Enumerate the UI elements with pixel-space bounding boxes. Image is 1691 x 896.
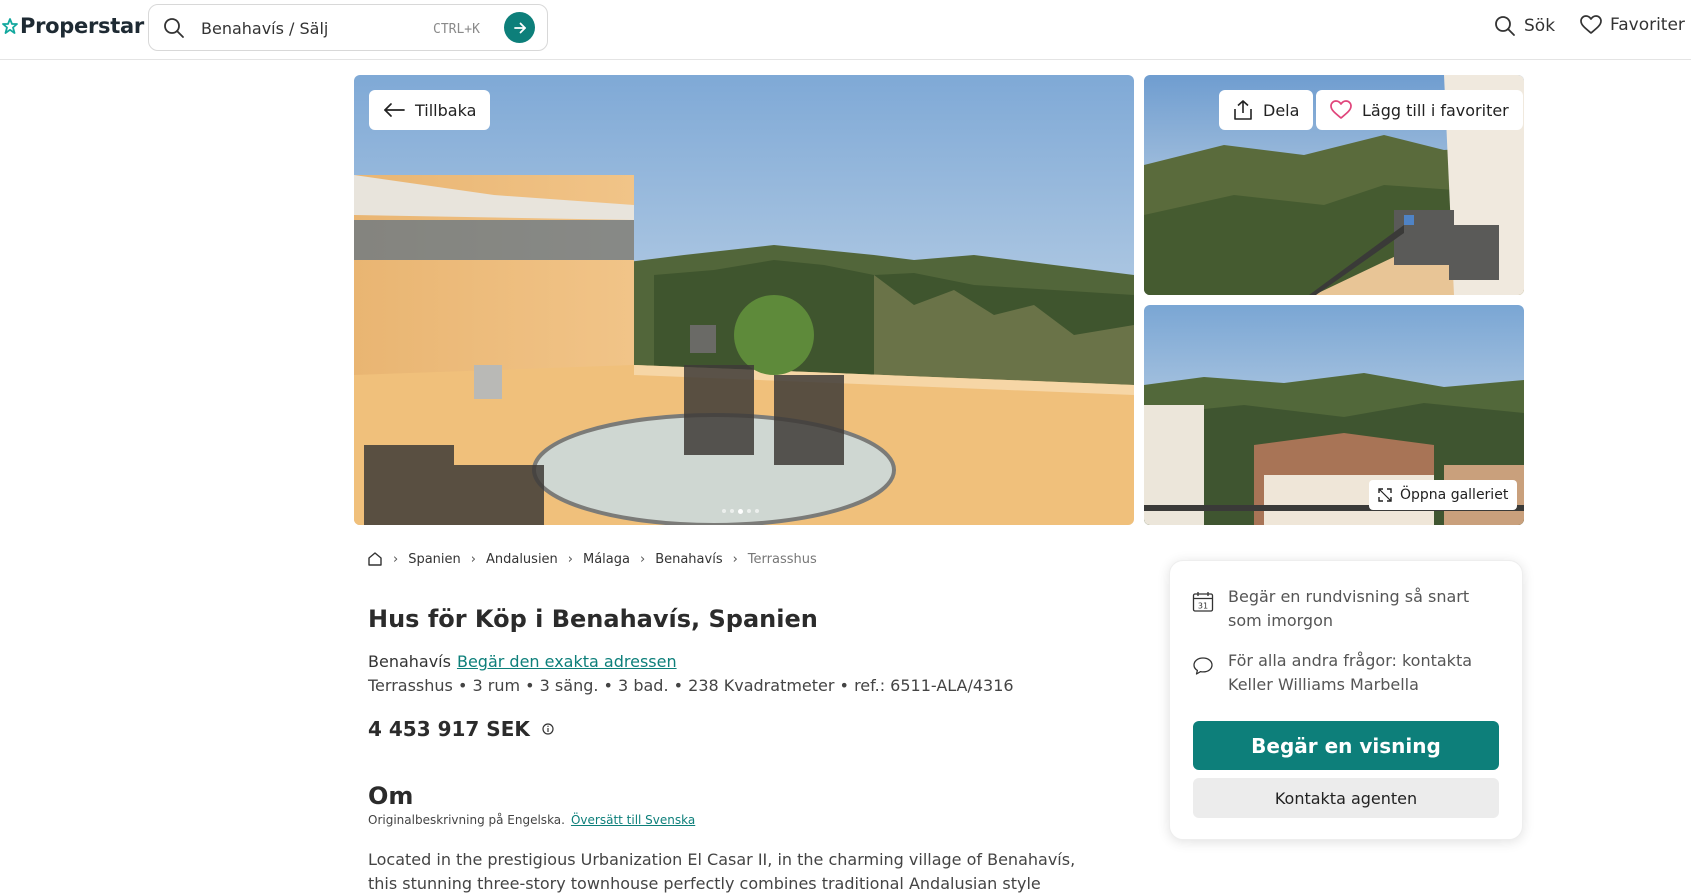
questions-info-text: För alla andra frågor: kontakta Keller W…: [1228, 651, 1473, 694]
breadcrumb-current: Terrasshus: [747, 551, 817, 567]
properstar-logo[interactable]: Properstar: [2, 14, 144, 38]
open-gallery-label: Öppna galleriet: [1400, 487, 1509, 503]
chevron-right-icon: ›: [732, 551, 738, 567]
price-value: 4 453 917 SEK: [368, 717, 530, 741]
listing-title: Hus för Köp i Benahavís, Spanien: [368, 605, 818, 633]
star-logo-icon: [2, 18, 18, 34]
calendar-day: 31: [1198, 602, 1208, 611]
original-language-text: Originalbeskrivning på Engelska.: [368, 813, 565, 827]
chevron-right-icon: ›: [567, 551, 573, 567]
nav-favorites-button[interactable]: Favoriter: [1580, 15, 1685, 35]
heart-icon: [1580, 15, 1602, 34]
arrow-right-icon: [513, 22, 526, 33]
add-to-favorites-label: Lägg till i favoriter: [1362, 100, 1509, 120]
breadcrumb-item-andalusia[interactable]: Andalusien: [486, 552, 558, 567]
breadcrumb-item-benahavis[interactable]: Benahavís: [655, 552, 722, 567]
info-icon[interactable]: [542, 723, 554, 735]
carousel-dot[interactable]: [755, 509, 759, 513]
calendar-icon: 31: [1192, 585, 1214, 633]
keyboard-shortcut: CTRL+K: [433, 22, 480, 37]
contact-card: 31 Begär en rundvisning så snart som imo…: [1169, 560, 1523, 840]
carousel-dot[interactable]: [722, 509, 726, 513]
description-text: Located in the prestigious Urbanization …: [368, 850, 1076, 893]
carousel-dots: [722, 508, 759, 514]
back-label: Tillbaka: [415, 100, 477, 120]
about-heading: Om: [368, 782, 414, 810]
chevron-right-icon: ›: [470, 551, 476, 567]
search-icon: [163, 17, 185, 43]
share-icon: [1234, 100, 1252, 120]
chevron-right-icon: ›: [393, 551, 399, 567]
top-header: Properstar Benahavís / Sälj CTRL+K Sök F…: [0, 0, 1691, 60]
add-to-favorites-button[interactable]: Lägg till i favoriter: [1316, 90, 1523, 130]
search-submit-button[interactable]: [504, 12, 535, 43]
nav-search-label: Sök: [1524, 16, 1556, 36]
price: 4 453 917 SEK: [368, 717, 554, 741]
request-address-link[interactable]: Begär den exakta adressen: [457, 652, 677, 671]
breadcrumb-item-spain[interactable]: Spanien: [408, 552, 461, 567]
original-language-note: Originalbeskrivning på Engelska. Översätt…: [368, 813, 695, 827]
share-button[interactable]: Dela: [1219, 90, 1314, 130]
location-name: Benahavís: [368, 652, 451, 671]
search-input[interactable]: Benahavís / Sälj CTRL+K: [148, 4, 548, 51]
heart-icon: [1330, 100, 1352, 119]
carousel-dot-active[interactable]: [738, 508, 743, 514]
breadcrumb: › Spanien › Andalusien › Málaga › Benaha…: [367, 551, 817, 567]
chevron-right-icon: ›: [639, 551, 646, 567]
main-photo[interactable]: [354, 75, 1134, 525]
breadcrumb-item-malaga[interactable]: Málaga: [583, 552, 630, 567]
translate-link[interactable]: Översätt till Svenska: [571, 813, 695, 827]
tour-info-row: 31 Begär en rundvisning så snart som imo…: [1192, 585, 1498, 633]
logo-text: Properstar: [20, 14, 144, 38]
arrow-left-icon: [384, 103, 405, 117]
open-gallery-button[interactable]: Öppna galleriet: [1369, 480, 1518, 510]
tour-info-text: Begär en rundvisning så snart som imorgo…: [1228, 587, 1470, 630]
search-value: Benahavís / Sälj: [201, 19, 329, 38]
carousel-dot[interactable]: [730, 509, 734, 513]
home-icon[interactable]: [367, 551, 383, 567]
search-icon: [1495, 16, 1515, 36]
location-line: Benahavís Begär den exakta adressen: [368, 652, 677, 671]
share-label: Dela: [1263, 100, 1300, 120]
property-facts: Terrasshus • 3 rum • 3 säng. • 3 bad. • …: [368, 676, 1014, 695]
request-viewing-button[interactable]: Begär en visning: [1193, 721, 1499, 770]
contact-agent-button[interactable]: Kontakta agenten: [1193, 778, 1499, 818]
back-button[interactable]: Tillbaka: [369, 90, 491, 130]
chat-bubble-icon: [1192, 649, 1214, 697]
carousel-dot[interactable]: [747, 509, 751, 513]
expand-icon: [1378, 488, 1392, 502]
nav-search-button[interactable]: Sök: [1494, 15, 1555, 37]
questions-info-row: För alla andra frågor: kontakta Keller W…: [1192, 649, 1498, 697]
nav-favorites-label: Favoriter: [1610, 15, 1685, 35]
